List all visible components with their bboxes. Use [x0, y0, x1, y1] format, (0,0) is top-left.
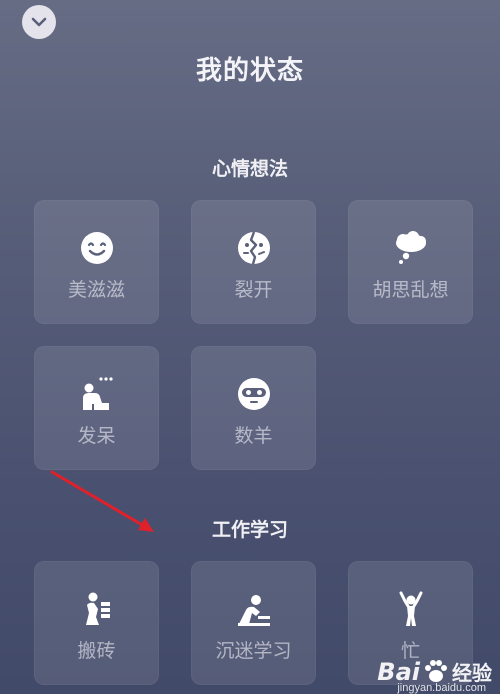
- status-label: 搬砖: [77, 640, 116, 662]
- status-tile-fadai[interactable]: 发呆: [34, 346, 159, 470]
- daze-person-icon: [79, 376, 115, 412]
- status-label: 美滋滋: [67, 279, 125, 301]
- study-person-icon: [236, 591, 272, 627]
- status-tile-meizizi[interactable]: 美滋滋: [34, 200, 159, 324]
- chevron-down-icon: [31, 17, 47, 27]
- carry-bricks-icon: [79, 591, 115, 627]
- busy-person-icon: [393, 591, 429, 627]
- collapse-button[interactable]: [22, 5, 56, 39]
- status-label: 发呆: [77, 425, 116, 447]
- status-label: 胡思乱想: [372, 279, 449, 301]
- section-title-mood: 心情想法: [211, 158, 288, 180]
- sleep-mask-face-icon: [236, 376, 272, 412]
- paw-logo-icon: [425, 659, 447, 682]
- page-title: 我的状态: [195, 56, 304, 86]
- watermark-url: jingyan.baidu.com: [397, 682, 486, 694]
- status-tile-banzhuan[interactable]: 搬砖: [34, 561, 159, 685]
- smile-face-icon: [79, 230, 115, 266]
- status-label: 裂开: [234, 279, 273, 301]
- status-tile-chenmixuexi[interactable]: 沉迷学习: [191, 561, 316, 685]
- status-tile-husiluanxiang[interactable]: 胡思乱想: [348, 200, 473, 324]
- status-tile-shuyang[interactable]: 数羊: [191, 346, 316, 470]
- status-tile-liekai[interactable]: 裂开: [191, 200, 316, 324]
- thought-cloud-icon: [393, 230, 429, 266]
- cracked-face-icon: [236, 230, 272, 266]
- status-label: 沉迷学习: [215, 640, 292, 662]
- section-title-work: 工作学习: [211, 519, 288, 541]
- status-label: 数羊: [234, 425, 273, 447]
